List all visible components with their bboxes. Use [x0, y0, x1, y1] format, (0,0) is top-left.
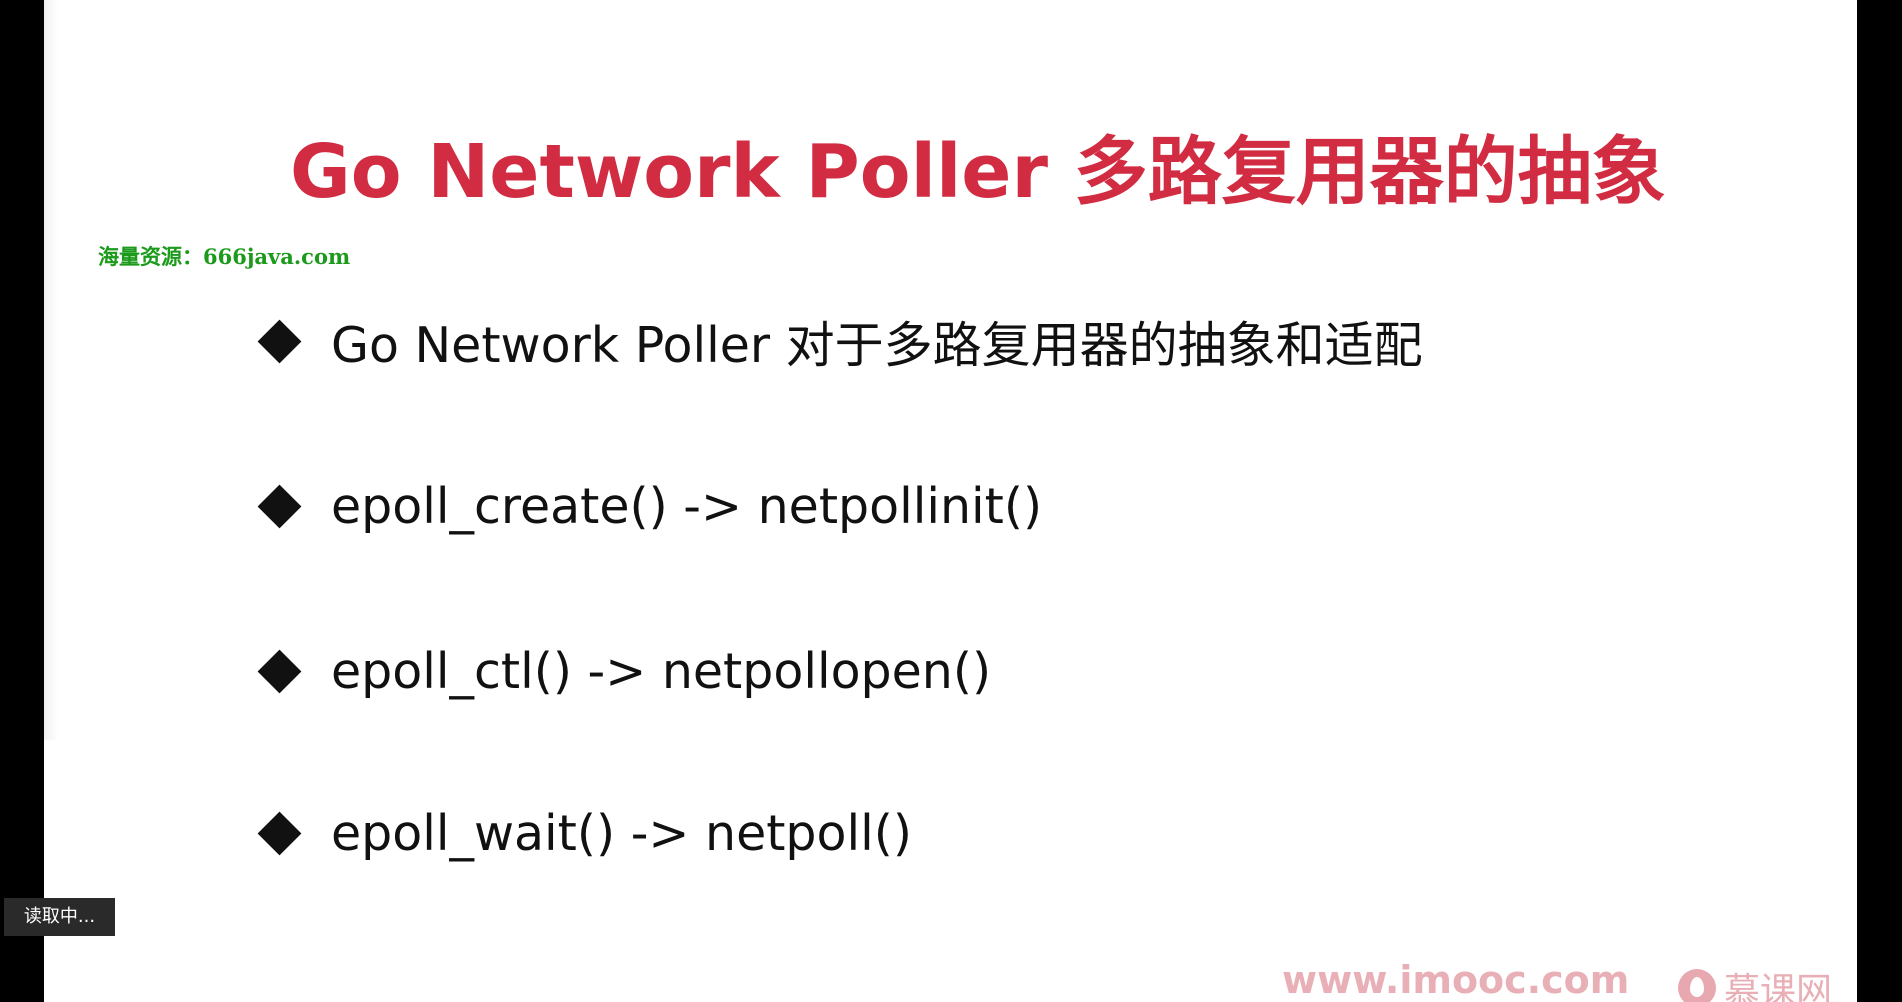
- video-player[interactable]: Go Network Poller 多路复用器的抽象 海量资源：666java.…: [0, 0, 1902, 1002]
- bullet-text: Go Network Poller 对于多路复用器的抽象和适配: [331, 317, 1423, 374]
- diamond-icon: [257, 649, 302, 694]
- diamond-icon: [257, 484, 302, 529]
- bullet-text: epoll_wait() -> netpoll(): [331, 805, 912, 862]
- flame-icon: [1678, 969, 1716, 1002]
- diamond-icon: [257, 811, 302, 856]
- bullet-item: epoll_ctl() -> netpollopen(): [254, 643, 991, 700]
- slide-title: Go Network Poller 多路复用器的抽象: [290, 129, 1666, 215]
- slide: Go Network Poller 多路复用器的抽象 海量资源：666java.…: [44, 0, 1857, 1002]
- bullet-text: epoll_create() -> netpollinit(): [331, 478, 1043, 535]
- loading-status-toast: 读取中...: [4, 898, 115, 936]
- footer-brand-name: 慕课网: [1724, 971, 1833, 1002]
- bullet-item: epoll_wait() -> netpoll(): [254, 805, 912, 862]
- slide-edge-shadow: [44, 0, 58, 740]
- footer-brand-logo: 慕课网: [1678, 962, 1832, 1002]
- bullet-item: epoll_create() -> netpollinit(): [254, 478, 1042, 535]
- diamond-icon: [257, 319, 302, 364]
- bullet-text: epoll_ctl() -> netpollopen(): [331, 643, 992, 700]
- footer-url: www.imooc.com: [1282, 958, 1630, 1002]
- watermark-text: 海量资源：666java.com: [98, 244, 351, 269]
- bullet-item: Go Network Poller 对于多路复用器的抽象和适配: [254, 306, 1423, 377]
